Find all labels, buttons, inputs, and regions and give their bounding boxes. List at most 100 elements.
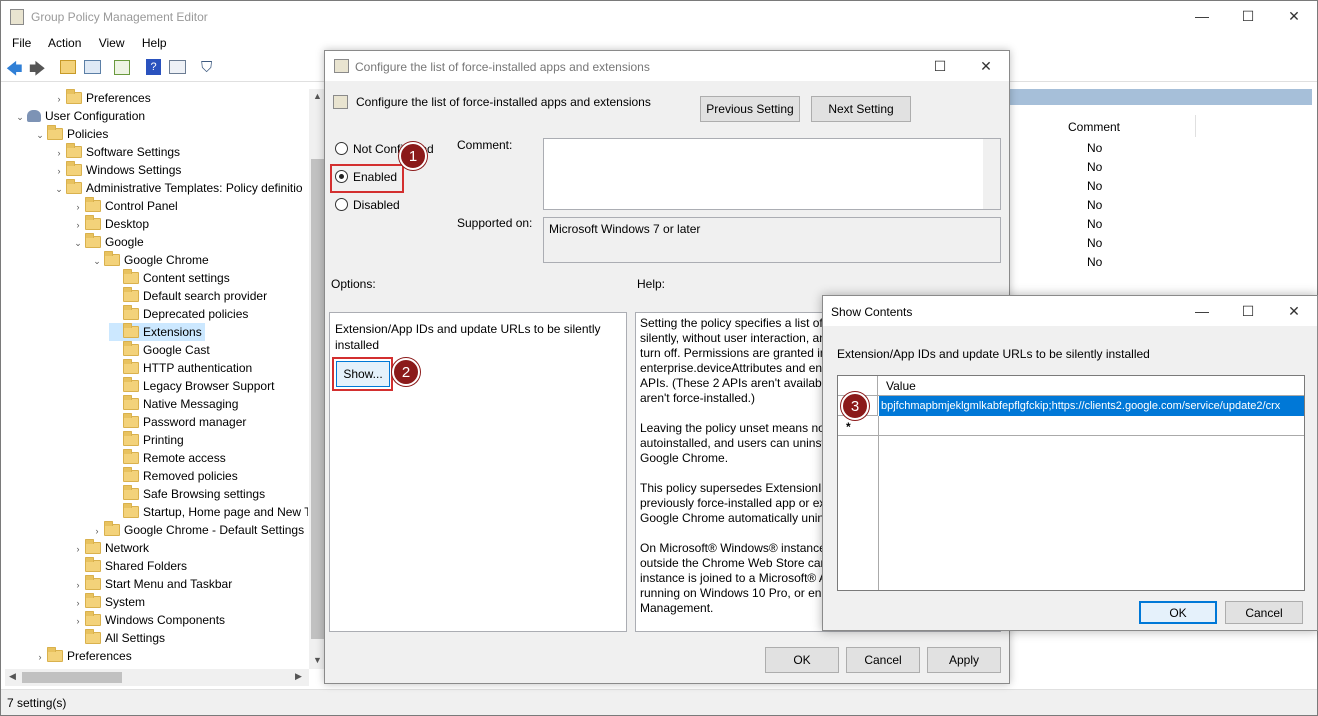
policy-heading: Configure the list of force-installed ap… [356,95,651,109]
chevron-down-icon[interactable]: ⌄ [90,252,104,270]
tree-item[interactable]: Removed policies [109,467,238,485]
comment-cell: No [1087,198,1103,212]
scroll-right-icon[interactable]: ▶ [295,671,302,682]
help-icon[interactable]: ? [146,59,161,75]
tree-item[interactable]: All Settings [71,629,165,647]
chevron-right-icon[interactable]: › [71,594,85,612]
tree-item[interactable]: › Preferences [52,89,151,107]
comment-cell: No [1087,141,1103,155]
tree-item[interactable]: Printing [109,431,184,449]
properties-icon[interactable] [169,60,186,74]
chevron-right-icon[interactable]: › [90,522,104,540]
show-ok-button[interactable]: OK [1139,601,1217,624]
tree-item[interactable]: Default search provider [109,287,267,305]
chevron-right-icon[interactable]: › [71,576,85,594]
policy-maximize-button[interactable]: ☐ [917,51,963,81]
tree-item[interactable]: › Desktop [71,215,149,233]
value-column-header[interactable]: Value [886,379,916,393]
comment-textarea[interactable] [543,138,1001,210]
maximize-button[interactable]: ☐ [1225,1,1271,31]
tree-item[interactable]: › Preferences [33,647,132,665]
scroll-thumb[interactable] [311,159,324,639]
tree-item[interactable]: › Software Settings [52,143,180,161]
chevron-right-icon[interactable]: › [71,540,85,558]
show-close-button[interactable]: ✕ [1271,296,1317,326]
menu-action[interactable]: Action [48,36,81,50]
tree-item[interactable]: › Windows Components [71,611,225,629]
new-row[interactable]: * [838,416,1304,436]
tree-item[interactable]: Content settings [109,269,230,287]
values-grid: Value bpjfchmapbmjeklgmlkabfepflgfckip;h… [837,375,1305,591]
show-maximize-button[interactable]: ☐ [1225,296,1271,326]
tree-item[interactable]: › Network [71,539,149,557]
minimize-button[interactable]: — [1179,1,1225,31]
chevron-right-icon[interactable]: › [71,612,85,630]
chevron-down-icon[interactable]: ⌄ [33,126,47,144]
show-cancel-button[interactable]: Cancel [1225,601,1303,624]
tree-item[interactable]: Remote access [109,449,226,467]
policy-ok-button[interactable]: OK [765,647,839,673]
tree-item-label: Windows Components [105,613,226,627]
tree-item[interactable]: Deprecated policies [109,305,248,323]
scroll-down-icon[interactable]: ▼ [313,655,322,665]
tree-item[interactable]: Safe Browsing settings [109,485,265,503]
tree-item[interactable]: Extensions [109,323,205,341]
policy-cancel-button[interactable]: Cancel [846,647,920,673]
chevron-down-icon[interactable]: ⌄ [71,234,85,252]
tree-item[interactable]: HTTP authentication [109,359,252,377]
chevron-right-icon[interactable]: › [71,198,85,216]
show-hide-tree-icon[interactable] [84,60,101,74]
tree-item[interactable]: ⌄ Administrative Templates: Policy defini… [52,179,303,197]
tree-horizontal-scrollbar[interactable]: ◀ ▶ [5,669,309,686]
tree-item[interactable]: Shared Folders [71,557,187,575]
tree-item[interactable]: Password manager [109,413,246,431]
up-folder-icon[interactable] [60,60,76,74]
menu-view[interactable]: View [99,36,125,50]
chevron-right-icon[interactable]: › [33,648,47,666]
scroll-up-icon[interactable]: ▲ [313,91,322,101]
menu-file[interactable]: File [12,36,31,50]
tree-item[interactable]: Google Cast [109,341,210,359]
tree-item[interactable]: › Control Panel [71,197,178,215]
tree-item[interactable]: ⌄ Google Chrome [90,251,209,269]
menu-help[interactable]: Help [142,36,167,50]
chevron-down-icon[interactable]: ⌄ [52,180,66,198]
value-cell[interactable]: bpjfchmapbmjeklgmlkabfepflgfckip;https:/… [879,396,1304,416]
close-button[interactable]: ✕ [1271,1,1317,31]
h-scroll-thumb[interactable] [22,672,122,683]
chevron-right-icon[interactable]: › [52,144,66,162]
back-arrow-icon[interactable]: 🡄 [6,58,23,85]
tree-item[interactable]: Startup, Home page and New T [109,503,308,521]
export-list-icon[interactable] [114,60,130,75]
supported-scrollbar[interactable] [983,218,1000,262]
show-minimize-button[interactable]: — [1179,296,1225,326]
tree-item[interactable]: Legacy Browser Support [109,377,274,395]
chevron-right-icon[interactable]: › [71,216,85,234]
folder-icon [47,125,63,140]
help-text: Setting the policy specifies a list of a… [640,316,997,631]
next-setting-button[interactable]: Next Setting [811,96,911,122]
policy-close-button[interactable]: ✕ [963,51,1009,81]
value-row[interactable]: bpjfchmapbmjeklgmlkabfepflgfckip;https:/… [838,396,1304,416]
tree-item[interactable]: ⌄ Google [71,233,144,251]
comment-scrollbar[interactable] [983,139,1000,209]
tree-item[interactable]: › Google Chrome - Default Settings [90,521,304,539]
policy-apply-button[interactable]: Apply [927,647,1001,673]
tree-item[interactable]: Native Messaging [109,395,238,413]
tree-item[interactable]: ⌄ User Configuration [13,107,145,125]
tree-item-label: Preferences [67,649,132,663]
forward-arrow-icon[interactable]: 🡆 [29,58,46,85]
chevron-down-icon[interactable]: ⌄ [13,108,27,126]
chevron-right-icon[interactable]: › [52,162,66,180]
tree-item[interactable]: ⌄ Policies [33,125,108,143]
chevron-right-icon[interactable]: › [52,90,66,108]
comment-column-header[interactable]: Comment [1068,120,1120,134]
radio-disabled[interactable]: Disabled [335,198,400,212]
tree-item[interactable]: › Start Menu and Taskbar [71,575,232,593]
filter-icon[interactable]: ⛉ [201,59,212,76]
tree-item[interactable]: › System [71,593,145,611]
scroll-left-icon[interactable]: ◀ [9,671,16,682]
tree-item-label: Extensions [143,325,202,339]
tree-item[interactable]: › Windows Settings [52,161,181,179]
previous-setting-button[interactable]: Previous Setting [700,96,800,122]
